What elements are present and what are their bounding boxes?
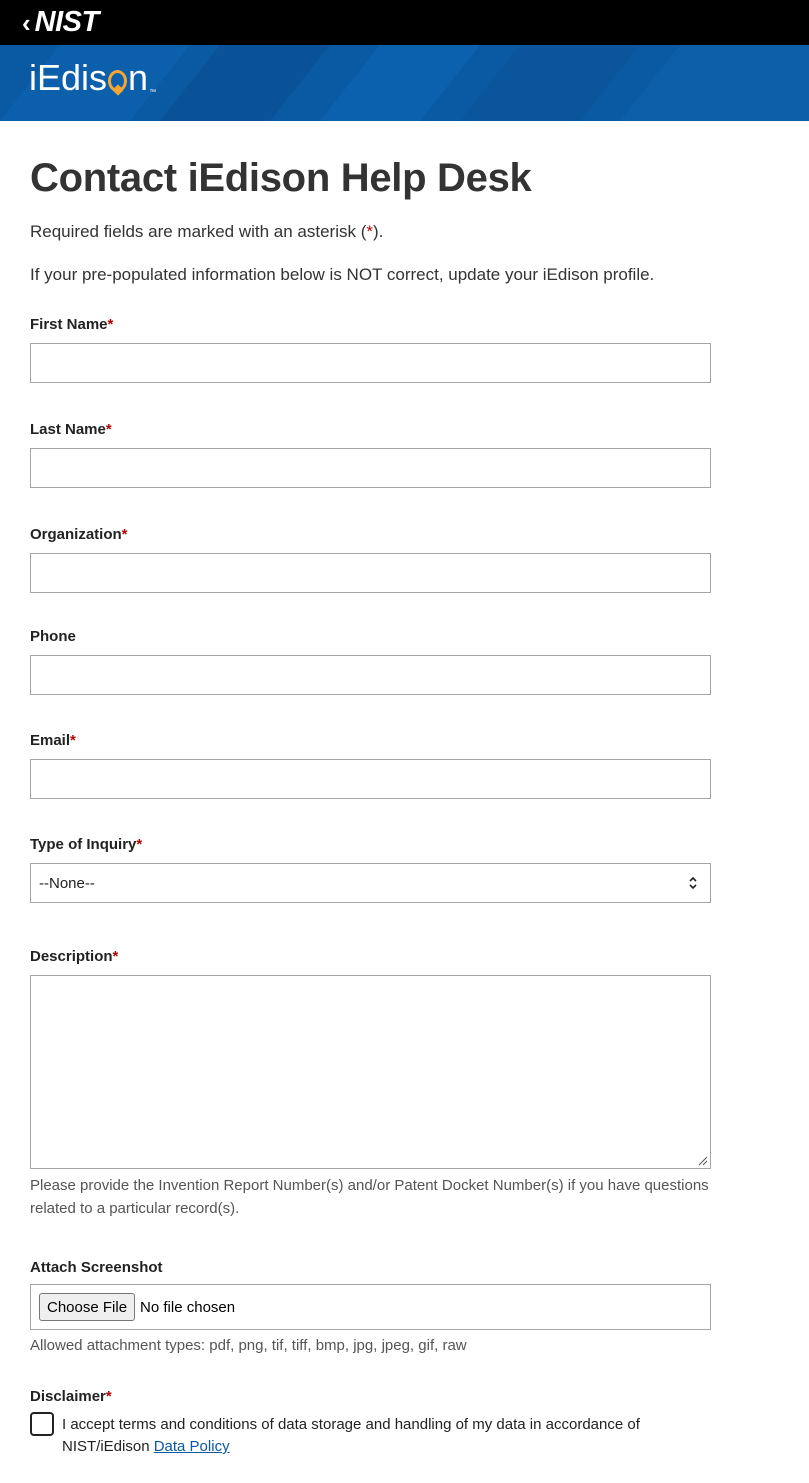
email-input[interactable]	[30, 759, 711, 799]
brand-text-suffix: n	[128, 57, 149, 98]
first-name-group: First Name*	[30, 316, 711, 383]
attachment-help-text: Allowed attachment types: pdf, png, tif,…	[30, 1337, 467, 1354]
required-note-end: ).	[373, 222, 384, 241]
inquiry-type-label-text: Type of Inquiry	[30, 836, 137, 853]
description-textarea[interactable]	[30, 975, 711, 1169]
required-asterisk: *	[366, 222, 373, 241]
inquiry-type-select[interactable]: --None--	[30, 863, 711, 903]
required-asterisk: *	[105, 1388, 112, 1405]
location-pin-icon	[108, 70, 128, 92]
data-policy-link[interactable]: Data Policy	[154, 1438, 230, 1455]
description-help-text: Please provide the Invention Report Numb…	[30, 1177, 709, 1217]
required-asterisk: *	[107, 316, 114, 333]
phone-group: Phone	[30, 628, 711, 695]
disclaimer-checkbox[interactable]	[30, 1412, 54, 1436]
last-name-group: Last Name*	[30, 421, 711, 488]
disclaimer-text-body: I accept terms and conditions of data st…	[62, 1416, 640, 1455]
brand-text-prefix: iEdis	[29, 57, 108, 98]
attachment-label: Attach Screenshot	[30, 1259, 163, 1276]
contact-form-page: Contact iEdison Help Desk Required field…	[0, 156, 809, 1458]
description-group: Description* Please provide the Inventio…	[30, 948, 711, 1220]
required-asterisk: *	[112, 948, 119, 965]
attachment-group: Attach Screenshot Choose File No file ch…	[30, 1259, 711, 1357]
trademark-symbol: ™	[149, 89, 157, 96]
required-fields-note: Required fields are marked with an aster…	[30, 222, 779, 242]
select-arrows-icon	[688, 876, 698, 890]
disclaimer-row: I accept terms and conditions of data st…	[30, 1412, 711, 1458]
inquiry-type-label: Type of Inquiry*	[30, 836, 711, 853]
required-note-text: Required fields are marked with an aster…	[30, 222, 367, 241]
nist-top-bar: ‹ NIST	[0, 0, 809, 45]
required-asterisk: *	[105, 421, 112, 438]
organization-label: Organization*	[30, 526, 711, 543]
choose-file-button[interactable]: Choose File	[39, 1293, 136, 1321]
organization-input[interactable]	[30, 553, 711, 593]
organization-group: Organization*	[30, 526, 711, 593]
file-status-text: No file chosen	[140, 1298, 236, 1316]
nist-home-link[interactable]: ‹ NIST	[22, 8, 99, 37]
email-group: Email*	[30, 732, 711, 799]
required-asterisk: *	[121, 526, 128, 543]
description-label: Description*	[30, 948, 711, 965]
iedison-banner: iEdis n™	[0, 45, 809, 121]
first-name-label-text: First Name	[30, 316, 108, 333]
inquiry-type-group: Type of Inquiry* --None--	[30, 836, 711, 903]
resize-handle-icon[interactable]	[698, 1156, 708, 1166]
page-title: Contact iEdison Help Desk	[30, 156, 532, 200]
disclaimer-label: Disclaimer*	[30, 1388, 711, 1405]
email-label-text: Email	[30, 732, 71, 749]
organization-label-text: Organization	[30, 526, 122, 543]
inquiry-type-selected-value: --None--	[39, 874, 95, 892]
required-asterisk: *	[70, 732, 76, 749]
disclaimer-group: Disclaimer* I accept terms and condition…	[30, 1388, 711, 1458]
last-name-input[interactable]	[30, 448, 711, 488]
last-name-label-text: Last Name	[30, 421, 106, 438]
nist-logo: NIST	[34, 6, 100, 38]
last-name-label: Last Name*	[30, 421, 711, 438]
email-label: Email*	[30, 732, 711, 749]
phone-input[interactable]	[30, 655, 711, 695]
first-name-input[interactable]	[30, 343, 711, 383]
iedison-logo[interactable]: iEdis n™	[29, 57, 157, 98]
profile-note: If your pre-populated information below …	[30, 265, 655, 284]
file-upload-field: Choose File No file chosen	[30, 1284, 711, 1330]
description-label-text: Description	[30, 948, 113, 965]
phone-label: Phone	[30, 628, 76, 645]
first-name-label: First Name*	[30, 316, 711, 333]
disclaimer-text: I accept terms and conditions of data st…	[62, 1414, 682, 1458]
chevron-left-icon: ‹	[22, 7, 31, 38]
disclaimer-label-text: Disclaimer	[30, 1388, 106, 1405]
required-asterisk: *	[136, 836, 143, 853]
